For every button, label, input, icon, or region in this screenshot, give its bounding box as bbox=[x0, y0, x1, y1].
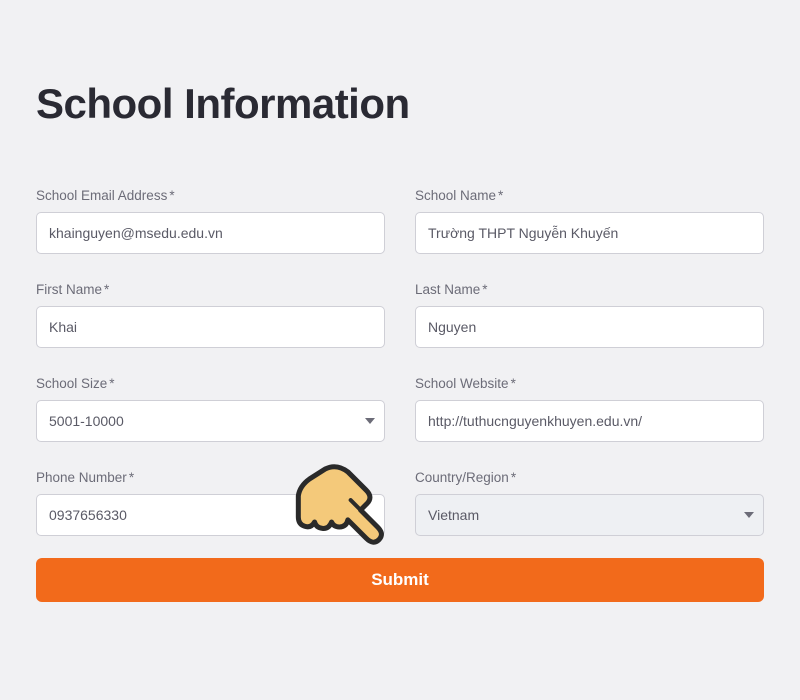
form-grid: School Email Address* School Name* First… bbox=[36, 188, 764, 536]
required-mark: * bbox=[511, 470, 516, 485]
field-school-name: School Name* bbox=[415, 188, 764, 254]
phone-input[interactable] bbox=[36, 494, 385, 536]
label-school-email: School Email Address* bbox=[36, 188, 385, 203]
label-last-name: Last Name* bbox=[415, 282, 764, 297]
first-name-input[interactable] bbox=[36, 306, 385, 348]
label-school-email-text: School Email Address bbox=[36, 188, 167, 203]
label-phone: Phone Number* bbox=[36, 470, 385, 485]
label-phone-text: Phone Number bbox=[36, 470, 127, 485]
field-school-website: School Website* bbox=[415, 376, 764, 442]
label-school-website-text: School Website bbox=[415, 376, 509, 391]
submit-row: Submit bbox=[36, 558, 764, 602]
country-select[interactable]: Vietnam bbox=[415, 494, 764, 536]
field-school-size: School Size* 5001-10000 bbox=[36, 376, 385, 442]
label-school-website: School Website* bbox=[415, 376, 764, 391]
label-country: Country/Region* bbox=[415, 470, 764, 485]
field-country: Country/Region* Vietnam bbox=[415, 470, 764, 536]
submit-button[interactable]: Submit bbox=[36, 558, 764, 602]
field-first-name: First Name* bbox=[36, 282, 385, 348]
school-info-form: School Information School Email Address*… bbox=[6, 0, 794, 632]
school-size-select-wrap: 5001-10000 bbox=[36, 400, 385, 442]
required-mark: * bbox=[129, 470, 134, 485]
school-name-input[interactable] bbox=[415, 212, 764, 254]
label-country-text: Country/Region bbox=[415, 470, 509, 485]
required-mark: * bbox=[109, 376, 114, 391]
label-last-name-text: Last Name bbox=[415, 282, 480, 297]
label-school-name-text: School Name bbox=[415, 188, 496, 203]
required-mark: * bbox=[104, 282, 109, 297]
field-phone: Phone Number* bbox=[36, 470, 385, 536]
required-mark: * bbox=[511, 376, 516, 391]
field-last-name: Last Name* bbox=[415, 282, 764, 348]
country-select-wrap: Vietnam bbox=[415, 494, 764, 536]
label-school-name: School Name* bbox=[415, 188, 764, 203]
label-school-size: School Size* bbox=[36, 376, 385, 391]
label-school-size-text: School Size bbox=[36, 376, 107, 391]
school-email-input[interactable] bbox=[36, 212, 385, 254]
label-first-name-text: First Name bbox=[36, 282, 102, 297]
school-size-select[interactable]: 5001-10000 bbox=[36, 400, 385, 442]
label-first-name: First Name* bbox=[36, 282, 385, 297]
page-title: School Information bbox=[36, 80, 764, 128]
required-mark: * bbox=[498, 188, 503, 203]
field-school-email: School Email Address* bbox=[36, 188, 385, 254]
school-website-input[interactable] bbox=[415, 400, 764, 442]
required-mark: * bbox=[482, 282, 487, 297]
last-name-input[interactable] bbox=[415, 306, 764, 348]
required-mark: * bbox=[169, 188, 174, 203]
